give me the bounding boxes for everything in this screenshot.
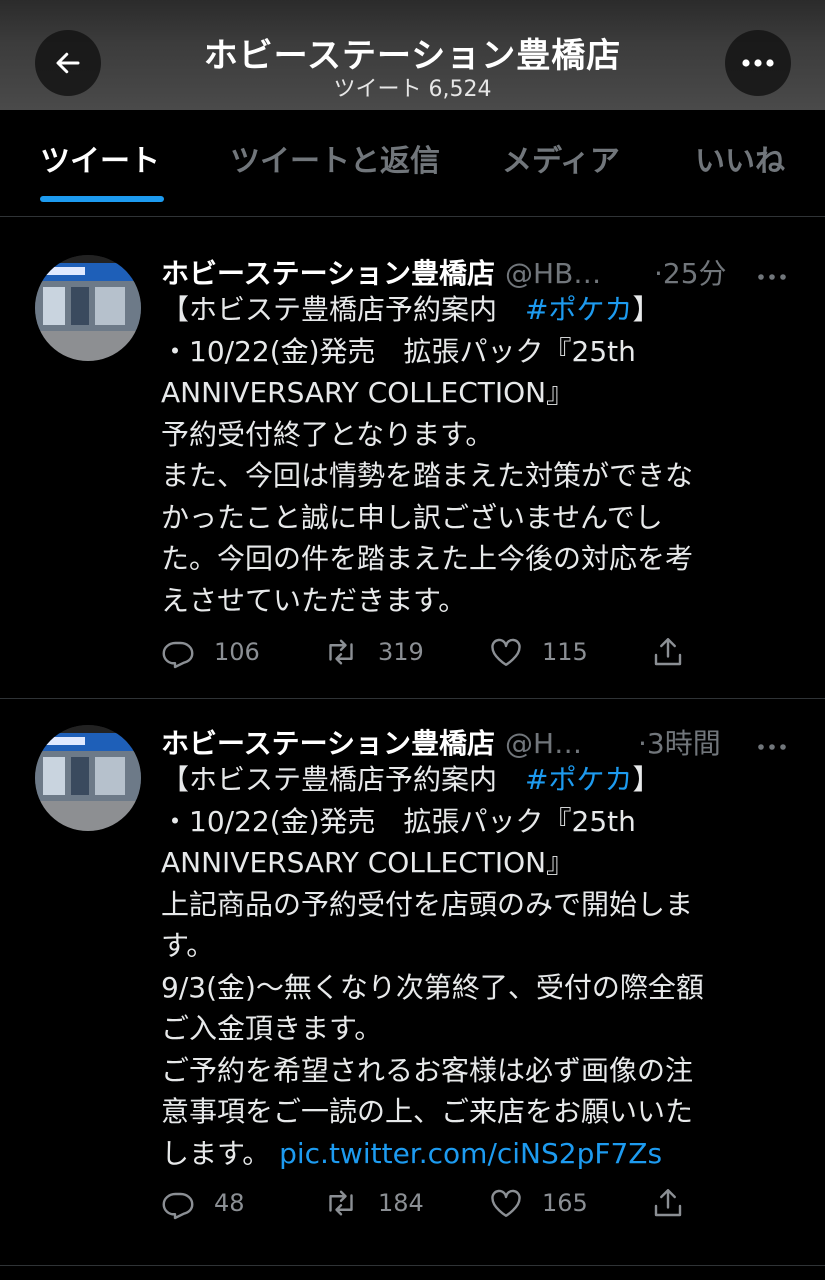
page-title: ホビーステーション豊橋店 [203,36,622,76]
hashtag-link[interactable]: #ポケカ [525,763,632,796]
tweet-divider [0,698,825,699]
tweet-actions: 48 184 165 [160,1185,700,1225]
retweet-count: 319 [378,638,424,666]
avatar[interactable] [35,725,141,831]
more-horizontal-icon [758,744,786,750]
tweet-actions: 106 319 115 [160,634,700,674]
retweet-icon [329,639,353,665]
tweet-more-button[interactable] [757,266,787,285]
like-count: 115 [542,638,588,666]
retweet-button[interactable]: 184 [322,1185,424,1221]
tweet-divider [0,1265,825,1266]
image-link[interactable]: pic.twitter.com/ciNS2pF7Zs [279,1137,662,1170]
tweet-text: 【ホビステ豊橋店予約案内 #ポケカ】 ・10/22(金)発売 拡張パック『25t… [161,293,694,617]
share-button[interactable] [650,634,704,670]
retweet-count: 184 [378,1189,424,1217]
like-button[interactable]: 115 [488,634,588,670]
reply-icon [162,1192,194,1220]
share-icon [654,1189,682,1217]
tweet-more-button[interactable] [757,736,787,755]
author-name[interactable]: ホビーステーション豊橋店 [161,257,495,290]
more-horizontal-icon [742,59,774,67]
tweet-text: 【ホビステ豊橋店予約案内 #ポケカ】 ・10/22(金)発売 拡張パック『25t… [161,763,704,1170]
tweet-timestamp[interactable]: ·25分 [654,252,727,292]
reply-button[interactable]: 106 [160,634,260,670]
tab-tweets-and-replies[interactable]: ツイートと返信 [230,136,440,180]
more-options-button[interactable] [725,30,791,96]
author-handle[interactable]: @HB… [505,257,601,290]
heart-icon [491,1189,521,1217]
heart-icon [491,638,521,666]
hashtag-link[interactable]: #ポケカ [525,293,632,326]
author-handle[interactable]: @H… [505,727,582,760]
share-icon [654,638,682,666]
reply-button[interactable]: 48 [160,1185,245,1221]
avatar[interactable] [35,255,141,361]
reply-icon [162,641,194,669]
profile-header: ホビーステーション豊橋店 ツイート 6,524 [0,0,825,110]
more-horizontal-icon [758,274,786,280]
active-tab-indicator [40,196,164,202]
tab-likes[interactable]: いいね [695,136,785,180]
share-button[interactable] [650,1185,704,1221]
reply-count: 48 [214,1189,245,1217]
like-count: 165 [542,1189,588,1217]
tweet-count: ツイート 6,524 [333,77,492,102]
tweet-timestamp[interactable]: ·3時間 [638,722,721,762]
like-button[interactable]: 165 [488,1185,588,1221]
tab-media[interactable]: メディア [502,136,620,180]
retweet-icon [329,1190,353,1216]
author-name[interactable]: ホビーステーション豊橋店 [161,727,495,760]
reply-count: 106 [214,638,260,666]
tab-tweets[interactable]: ツイート [40,136,160,180]
retweet-button[interactable]: 319 [322,634,424,670]
